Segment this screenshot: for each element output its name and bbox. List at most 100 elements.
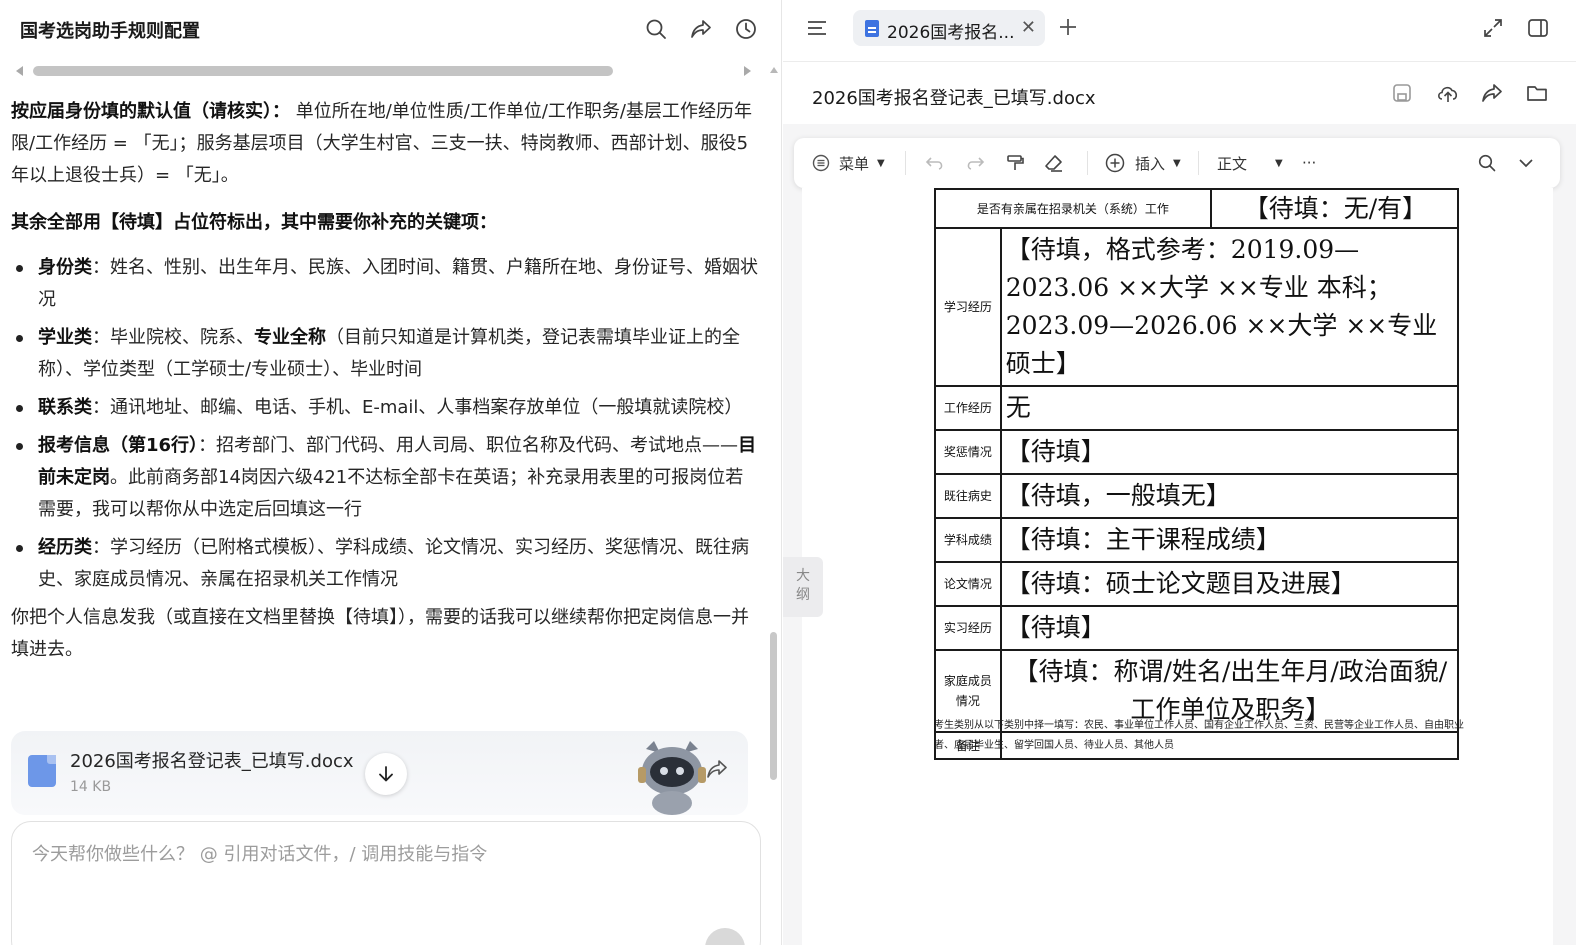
file-name: 2026国考报名登记表_已填写.docx bbox=[70, 751, 354, 772]
menu-button[interactable]: 菜单 ▼ bbox=[812, 138, 885, 188]
search-icon[interactable] bbox=[643, 16, 669, 42]
relative-label: 是否有亲属在招录机关（系统）工作 bbox=[934, 188, 1212, 229]
item-heading: 经历类 bbox=[38, 537, 92, 558]
insert-button[interactable]: 插入 ▼ bbox=[1105, 138, 1181, 188]
item-text: ：学习经历（已附格式模板）、学科成绩、论文情况、实习经历、奖惩情况、既往病史、家… bbox=[38, 537, 749, 590]
save-icon[interactable] bbox=[1392, 83, 1412, 103]
add-tab-icon[interactable] bbox=[1058, 17, 1078, 37]
item-heading: 学业类 bbox=[38, 327, 92, 348]
outline-toggle[interactable]: 大纲 bbox=[783, 557, 823, 617]
paragraph-style-select[interactable]: 正文 ▼ bbox=[1217, 138, 1283, 188]
table-row: 论文情况 【待填：硕士论文题目及进展】 bbox=[934, 561, 1460, 607]
row-label: 既往病史 bbox=[934, 473, 1002, 519]
tab-document[interactable]: 2026国考报名... ✕ bbox=[853, 10, 1045, 46]
row-value[interactable]: 【待填：主干课程成绩】 bbox=[999, 517, 1460, 563]
table-row: 学科成绩 【待填：主干课程成绩】 bbox=[934, 517, 1460, 563]
panel-layout-icon[interactable] bbox=[1527, 17, 1549, 39]
more-options-button[interactable]: ··· bbox=[1302, 138, 1316, 188]
download-button[interactable] bbox=[365, 753, 407, 795]
search-icon[interactable] bbox=[1478, 138, 1496, 188]
table-row: 学习经历 【待填，格式参考：2019.09—2023.06 ××大学 ××专业 … bbox=[934, 227, 1460, 387]
list-item: 联系类：通讯地址、邮编、电话、手机、E-mail、人事档案存放单位（一般填就读院… bbox=[11, 392, 759, 424]
scroll-up-arrow[interactable] bbox=[770, 67, 778, 73]
editor-toolbar: 菜单 ▼ 插入 ▼ 正文 ▼ ··· bbox=[794, 138, 1560, 188]
closing-paragraph: 你把个人信息发我（或直接在文档里替换【待填】），需要的话我可以继续帮你把定岗信息… bbox=[11, 607, 749, 660]
expand-icon[interactable] bbox=[1483, 18, 1503, 38]
chevron-down-icon: ▼ bbox=[877, 157, 885, 169]
close-icon[interactable]: ✕ bbox=[1021, 17, 1036, 38]
table-row: 是否有亲属在招录机关（系统）工作 【待填：无/有】 bbox=[934, 188, 1460, 229]
list-item: 身份类：姓名、性别、出生年月、民族、入团时间、籍贯、户籍所在地、身份证号、婚姻状… bbox=[11, 252, 759, 316]
app-window: 国考选岗助手规则配置 按应届身份填的默认值（请核实）： 单位所在地/单位性质/工… bbox=[0, 0, 1576, 945]
table-row: 奖惩情况 【待填】 bbox=[934, 429, 1460, 475]
scroll-right-arrow[interactable] bbox=[744, 66, 751, 76]
document-title: 2026国考报名登记表_已填写.docx bbox=[812, 88, 1096, 109]
docx-file-icon bbox=[28, 755, 56, 787]
horizontal-scrollbar[interactable] bbox=[8, 64, 753, 78]
item-text: ：招考部门、部门代码、用人司局、职位名称及代码、考试地点—— bbox=[198, 435, 739, 456]
chat-title: 国考选岗助手规则配置 bbox=[20, 21, 200, 42]
redo-icon[interactable] bbox=[965, 138, 985, 188]
row-value[interactable]: 【待填，一般填无】 bbox=[999, 473, 1460, 519]
insert-label: 插入 bbox=[1135, 154, 1166, 173]
upload-cloud-icon[interactable] bbox=[1436, 82, 1460, 104]
list-item: 经历类：学习经历（已附格式模板）、学科成绩、论文情况、实习经历、奖惩情况、既往病… bbox=[11, 532, 759, 596]
chevron-down-icon: ▼ bbox=[1275, 157, 1283, 169]
item-emphasis: 专业全称 bbox=[254, 327, 326, 348]
intro-bold: 按应届身份填的默认值（请核实）： bbox=[11, 101, 290, 122]
table-row: 实习经历 【待填】 bbox=[934, 605, 1460, 651]
row-label: 学科成绩 bbox=[934, 517, 1002, 563]
candidate-category-note: 考生类别从以下类别中择一填写：农民、事业单位工作人员、国有企业工作人员、三资、民… bbox=[934, 720, 1464, 751]
menu-icon bbox=[812, 154, 830, 172]
relative-value[interactable]: 【待填：无/有】 bbox=[1209, 188, 1460, 229]
folder-icon[interactable] bbox=[1526, 83, 1548, 103]
sidebar-toggle-icon[interactable] bbox=[806, 19, 828, 37]
item-text: 。此前商务部14岗因六级421不达标全部卡在英语；补充录用表里的可报岗位若需要，… bbox=[38, 467, 744, 520]
chat-header: 国考选岗助手规则配置 bbox=[0, 0, 782, 60]
chevron-down-icon[interactable] bbox=[1518, 138, 1534, 188]
eraser-icon[interactable] bbox=[1044, 138, 1064, 188]
undo-icon[interactable] bbox=[925, 138, 945, 188]
history-icon[interactable] bbox=[733, 16, 759, 42]
registration-table: 是否有亲属在招录机关（系统）工作 【待填：无/有】 学习经历 【待填，格式参考：… bbox=[934, 188, 1460, 760]
row-label: 奖惩情况 bbox=[934, 429, 1002, 475]
item-heading: 身份类 bbox=[38, 257, 92, 278]
row-label: 学习经历 bbox=[934, 227, 1002, 387]
scroll-thumb[interactable] bbox=[33, 66, 613, 76]
style-label: 正文 bbox=[1217, 154, 1248, 173]
chevron-down-icon: ▼ bbox=[1173, 157, 1181, 169]
row-value[interactable]: 【待填】 bbox=[999, 605, 1460, 651]
vertical-scrollbar-thumb[interactable] bbox=[770, 632, 777, 780]
row-label: 工作经历 bbox=[934, 385, 1002, 431]
share-file-icon[interactable] bbox=[706, 758, 728, 780]
row-value[interactable]: 【待填，格式参考：2019.09—2023.06 ××大学 ××专业 本科；20… bbox=[999, 227, 1460, 387]
menu-label: 菜单 bbox=[839, 154, 870, 173]
scroll-left-arrow[interactable] bbox=[16, 66, 23, 76]
intro-paragraph: 按应届身份填的默认值（请核实）： 单位所在地/单位性质/工作单位/工作职务/基层… bbox=[11, 96, 759, 192]
row-value[interactable]: 无 bbox=[999, 385, 1460, 431]
list-item: 学业类：毕业院校、院系、专业全称（目前只知道是计算机类，登记表需填毕业证上的全称… bbox=[11, 322, 759, 386]
document-header: 2026国考报名登记表_已填写.docx bbox=[783, 62, 1576, 124]
row-value[interactable]: 【待填：硕士论文题目及进展】 bbox=[999, 561, 1460, 607]
item-heading: 报考信息（第16行） bbox=[38, 435, 199, 456]
chat-input-placeholder: 今天帮你做些什么？ @ 引用对话文件，/ 调用技能与指令 bbox=[32, 844, 488, 865]
chat-input[interactable]: 今天帮你做些什么？ @ 引用对话文件，/ 调用技能与指令 bbox=[11, 821, 761, 945]
item-heading: 联系类 bbox=[38, 397, 92, 418]
outline-label: 大纲 bbox=[796, 568, 810, 603]
tab-label: 2026国考报名... bbox=[887, 23, 1015, 43]
row-label: 论文情况 bbox=[934, 561, 1002, 607]
row-value[interactable]: 【待填】 bbox=[999, 429, 1460, 475]
robot-mascot-icon bbox=[632, 739, 712, 815]
table-row: 既往病史 【待填，一般填无】 bbox=[934, 473, 1460, 519]
share-icon[interactable] bbox=[1481, 82, 1503, 104]
file-size: 14 KB bbox=[70, 779, 112, 795]
share-icon[interactable] bbox=[688, 16, 714, 42]
format-painter-icon[interactable] bbox=[1005, 138, 1025, 188]
document-panel: 2026国考报名... ✕ 2026国考报名登记表_已填写.docx 菜单 ▼ … bbox=[783, 0, 1576, 945]
document-page: 是否有亲属在招录机关（系统）工作 【待填：无/有】 学习经历 【待填，格式参考：… bbox=[802, 188, 1553, 945]
download-arrow-icon bbox=[379, 766, 393, 782]
doc-icon bbox=[865, 20, 879, 37]
row-label: 实习经历 bbox=[934, 605, 1002, 651]
tab-bar: 2026国考报名... ✕ bbox=[783, 0, 1576, 62]
item-text: ：通讯地址、邮编、电话、手机、E-mail、人事档案存放单位（一般填就读院校） bbox=[92, 397, 743, 418]
